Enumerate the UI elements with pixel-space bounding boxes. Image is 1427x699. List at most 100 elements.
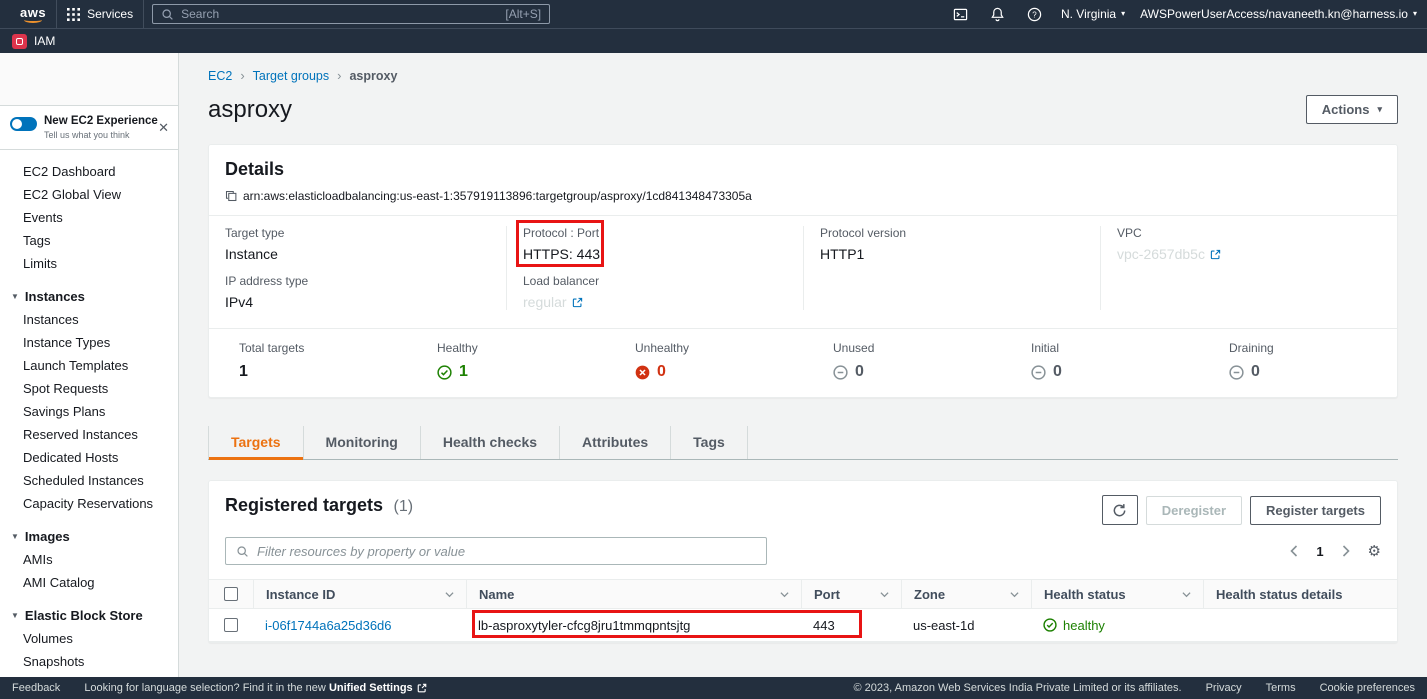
vpc-link[interactable]: vpc-2657db5c [1117, 246, 1221, 262]
minus-circle-icon [1229, 365, 1244, 380]
details-panel: Details arn:aws:elasticloadbalancing:us-… [208, 144, 1398, 398]
sidebar-group-images: AMIsAMI Catalog [0, 548, 178, 594]
cell-port: 443 [801, 618, 901, 633]
services-menu-button[interactable]: Services [56, 0, 144, 28]
cloudshell-button[interactable] [950, 3, 972, 25]
section-label: Images [25, 529, 70, 544]
iam-service-icon [12, 34, 27, 49]
actions-button[interactable]: Actions ▾ [1306, 95, 1398, 124]
feedback-link[interactable]: Feedback [12, 682, 60, 694]
instance-id-link[interactable]: i-06f1744a6a25d36d6 [265, 618, 392, 633]
section-caret-icon: ▼ [11, 611, 19, 620]
close-icon[interactable]: ✕ [158, 120, 169, 136]
row-checkbox[interactable] [224, 618, 238, 632]
page-number[interactable]: 1 [1316, 544, 1323, 559]
tab-health-checks[interactable]: Health checks [421, 426, 560, 459]
cookie-preferences-link[interactable]: Cookie preferences [1320, 682, 1415, 694]
next-page-button[interactable] [1338, 543, 1354, 559]
footer-language-note: Looking for language selection? Find it … [84, 682, 426, 694]
global-search-input[interactable]: Search [Alt+S] [152, 4, 550, 24]
registered-targets-table: Instance ID Name Port Zone Health status [209, 579, 1397, 642]
external-link-icon [572, 297, 583, 308]
tab-monitoring[interactable]: Monitoring [304, 426, 421, 459]
deregister-button[interactable]: Deregister [1146, 496, 1242, 525]
cell-zone: us-east-1d [901, 618, 1031, 633]
column-header-port[interactable]: Port [801, 580, 901, 608]
sidebar-item[interactable]: Events [0, 206, 178, 229]
service-tab-iam[interactable]: IAM [34, 34, 55, 48]
sidebar-item[interactable]: EC2 Dashboard [0, 160, 178, 183]
minus-circle-icon [833, 365, 848, 380]
sidebar-item[interactable]: Reserved Instances [0, 423, 178, 446]
load-balancer-link[interactable]: regular [523, 294, 583, 310]
sort-icon [780, 590, 789, 599]
terms-link[interactable]: Terms [1266, 682, 1296, 694]
stat-unused: Unused 0 [803, 341, 1001, 381]
tab-attributes[interactable]: Attributes [560, 426, 671, 459]
select-all-cell [209, 580, 253, 608]
chevron-down-icon: ▾ [1413, 10, 1417, 18]
target-health-summary: Total targets 1 Healthy 1 Unhealthy [209, 328, 1397, 397]
aws-logo[interactable]: aws [10, 6, 56, 23]
sidebar-item[interactable]: Volumes [0, 627, 178, 650]
unified-settings-link[interactable]: Unified Settings [329, 682, 427, 694]
services-grid-icon [67, 8, 80, 21]
column-header-health-status[interactable]: Health status [1031, 580, 1203, 608]
search-placeholder: Search [181, 7, 219, 21]
sidebar-item[interactable]: Dedicated Hosts [0, 446, 178, 469]
sidebar-item[interactable]: Capacity Reservations [0, 492, 178, 515]
services-label: Services [87, 7, 133, 21]
notifications-button[interactable] [987, 3, 1009, 25]
top-navigation-bar: aws Services Search [Alt+S] [0, 0, 1427, 28]
chevron-down-icon: ▾ [1377, 104, 1382, 115]
sidebar-item[interactable]: Scheduled Instances [0, 469, 178, 492]
sidebar-section-instances[interactable]: ▼ Instances [0, 285, 178, 308]
sidebar-item[interactable]: Snapshots [0, 650, 178, 673]
check-circle-icon [437, 365, 452, 380]
page-header: asproxy Actions ▾ [208, 95, 1398, 124]
region-selector[interactable]: N. Virginia ▾ [1061, 7, 1125, 21]
sidebar-item[interactable]: AMIs [0, 548, 178, 571]
column-header-instance-id[interactable]: Instance ID [253, 580, 466, 608]
help-button[interactable]: ? [1024, 3, 1046, 25]
privacy-link[interactable]: Privacy [1206, 682, 1242, 694]
previous-page-button[interactable] [1286, 543, 1302, 559]
sidebar-item[interactable]: Instance Types [0, 331, 178, 354]
chevron-left-icon [1290, 545, 1298, 557]
column-header-zone[interactable]: Zone [901, 580, 1031, 608]
breadcrumb-link-ec2[interactable]: EC2 [208, 69, 232, 83]
copy-arn-button[interactable] [225, 190, 237, 202]
account-menu[interactable]: AWSPowerUserAccess/navaneeth.kn@harness.… [1140, 7, 1417, 21]
sidebar-item[interactable]: Savings Plans [0, 400, 178, 423]
sidebar-section-images[interactable]: ▼ Images [0, 525, 178, 548]
column-header-name[interactable]: Name [466, 580, 801, 608]
table-toolbar: Filter resources by property or value 1 … [209, 525, 1397, 579]
sidebar-section-elastic-block-store[interactable]: ▼ Elastic Block Store [0, 604, 178, 627]
search-icon [161, 8, 174, 21]
x-circle-icon [635, 365, 650, 380]
sidebar-item[interactable]: Limits [0, 252, 178, 275]
experience-toggle[interactable] [10, 117, 37, 131]
sidebar-item[interactable]: Spot Requests [0, 377, 178, 400]
field-protocol-version: Protocol version HTTP1 [820, 226, 1084, 262]
sidebar-item[interactable]: Instances [0, 308, 178, 331]
filter-input[interactable]: Filter resources by property or value [225, 537, 767, 565]
tab-tags[interactable]: Tags [671, 426, 748, 459]
refresh-button[interactable] [1102, 495, 1138, 525]
region-label: N. Virginia [1061, 7, 1116, 21]
registered-targets-panel: Registered targets (1) Deregister Regist… [208, 480, 1398, 643]
external-link-icon [1210, 249, 1221, 260]
sidebar-item[interactable]: EC2 Global View [0, 183, 178, 206]
footer-right-group: © 2023, Amazon Web Services India Privat… [854, 682, 1415, 694]
breadcrumb-link-target-groups[interactable]: Target groups [253, 69, 329, 83]
table-settings-button[interactable]: ⚙ [1368, 544, 1381, 559]
experience-title: New EC2 Experience [44, 115, 158, 127]
sort-icon [1182, 590, 1191, 599]
select-all-checkbox[interactable] [224, 587, 238, 601]
sidebar-item[interactable]: AMI Catalog [0, 571, 178, 594]
breadcrumb: EC2 › Target groups › asproxy [208, 68, 1398, 83]
sidebar-item[interactable]: Launch Templates [0, 354, 178, 377]
register-targets-button[interactable]: Register targets [1250, 496, 1381, 525]
sidebar-item[interactable]: Tags [0, 229, 178, 252]
tab-targets[interactable]: Targets [208, 426, 304, 459]
